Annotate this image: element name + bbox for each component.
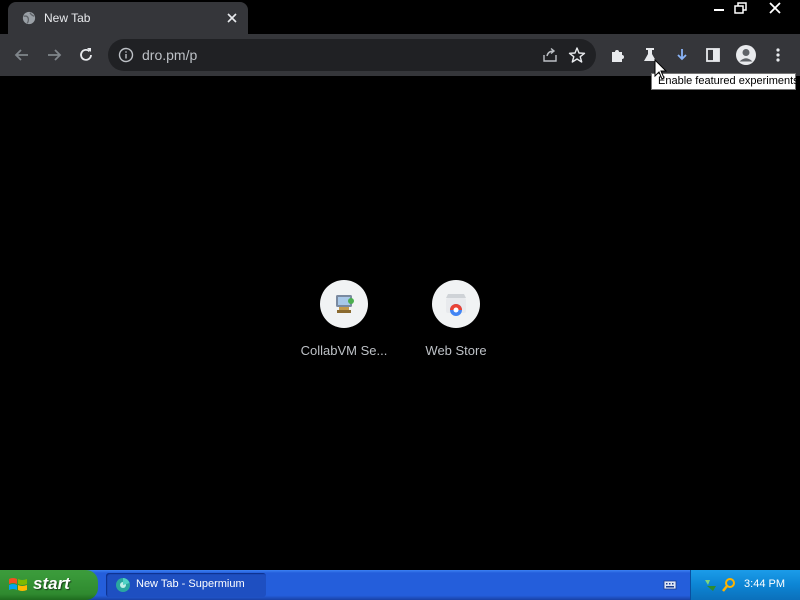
reload-button[interactable] (74, 43, 98, 67)
labs-tooltip: Enable featured experiments (651, 73, 799, 90)
menu-icon (776, 48, 780, 62)
reload-icon (80, 48, 92, 61)
restore-button[interactable] (728, 0, 754, 18)
forward-icon (48, 49, 62, 61)
download-button[interactable] (670, 43, 694, 67)
close-tab-icon[interactable] (224, 10, 240, 26)
web-store-icon (446, 294, 466, 316)
browser-toolbar: dro.pm/p (0, 34, 800, 76)
shortcut-circle (320, 280, 368, 328)
collabvm-icon (336, 295, 354, 313)
restore-icon (734, 2, 747, 14)
taskbar: start New Tab - Supermium 3:44 PM (0, 570, 800, 600)
url-text[interactable]: dro.pm/p (142, 47, 197, 63)
start-label: start (33, 574, 70, 593)
mouse-cursor-icon (654, 59, 668, 80)
taskbar-item-label: New Tab - Supermium (136, 578, 245, 590)
network-icon[interactable] (703, 577, 719, 593)
close-window-button[interactable] (760, 0, 790, 18)
tab-strip: New Tab (0, 0, 800, 34)
back-button[interactable] (10, 43, 34, 67)
extensions-button[interactable] (606, 43, 630, 67)
close-icon (769, 2, 781, 14)
tab-title: New Tab (44, 11, 91, 25)
tab-new-tab[interactable]: New Tab (8, 2, 248, 34)
supermium-icon (116, 578, 130, 592)
download-icon (677, 49, 687, 61)
side-panel-icon (706, 48, 720, 62)
info-icon[interactable] (118, 47, 134, 63)
windows-flag-icon (9, 578, 27, 591)
side-panel-button[interactable] (701, 43, 725, 67)
clock: 3:44 PM (744, 578, 785, 590)
globe-icon (22, 11, 36, 25)
search-icon[interactable] (721, 577, 737, 593)
start-button[interactable]: start (0, 570, 98, 600)
extensions-icon (612, 50, 624, 62)
bookmark-star-icon[interactable] (568, 46, 586, 64)
shortcut-label: CollabVM Se... (300, 343, 388, 358)
forward-button[interactable] (42, 43, 66, 67)
taskbar-item-supermium[interactable]: New Tab - Supermium (106, 573, 266, 597)
menu-button[interactable] (766, 43, 790, 67)
keyboard-icon[interactable] (663, 578, 677, 592)
share-icon[interactable] (542, 47, 558, 63)
profile-button[interactable] (734, 43, 758, 67)
shortcut-label: Web Store (425, 343, 487, 358)
shortcut-collabvm[interactable]: CollabVM Se... (288, 280, 400, 370)
profile-icon (736, 45, 756, 65)
system-tray: 3:44 PM (690, 570, 800, 600)
shortcut-circle (432, 280, 480, 328)
shortcut-web-store[interactable]: Web Store (400, 280, 512, 370)
address-bar[interactable]: dro.pm/p (108, 39, 596, 71)
back-icon (14, 49, 28, 61)
